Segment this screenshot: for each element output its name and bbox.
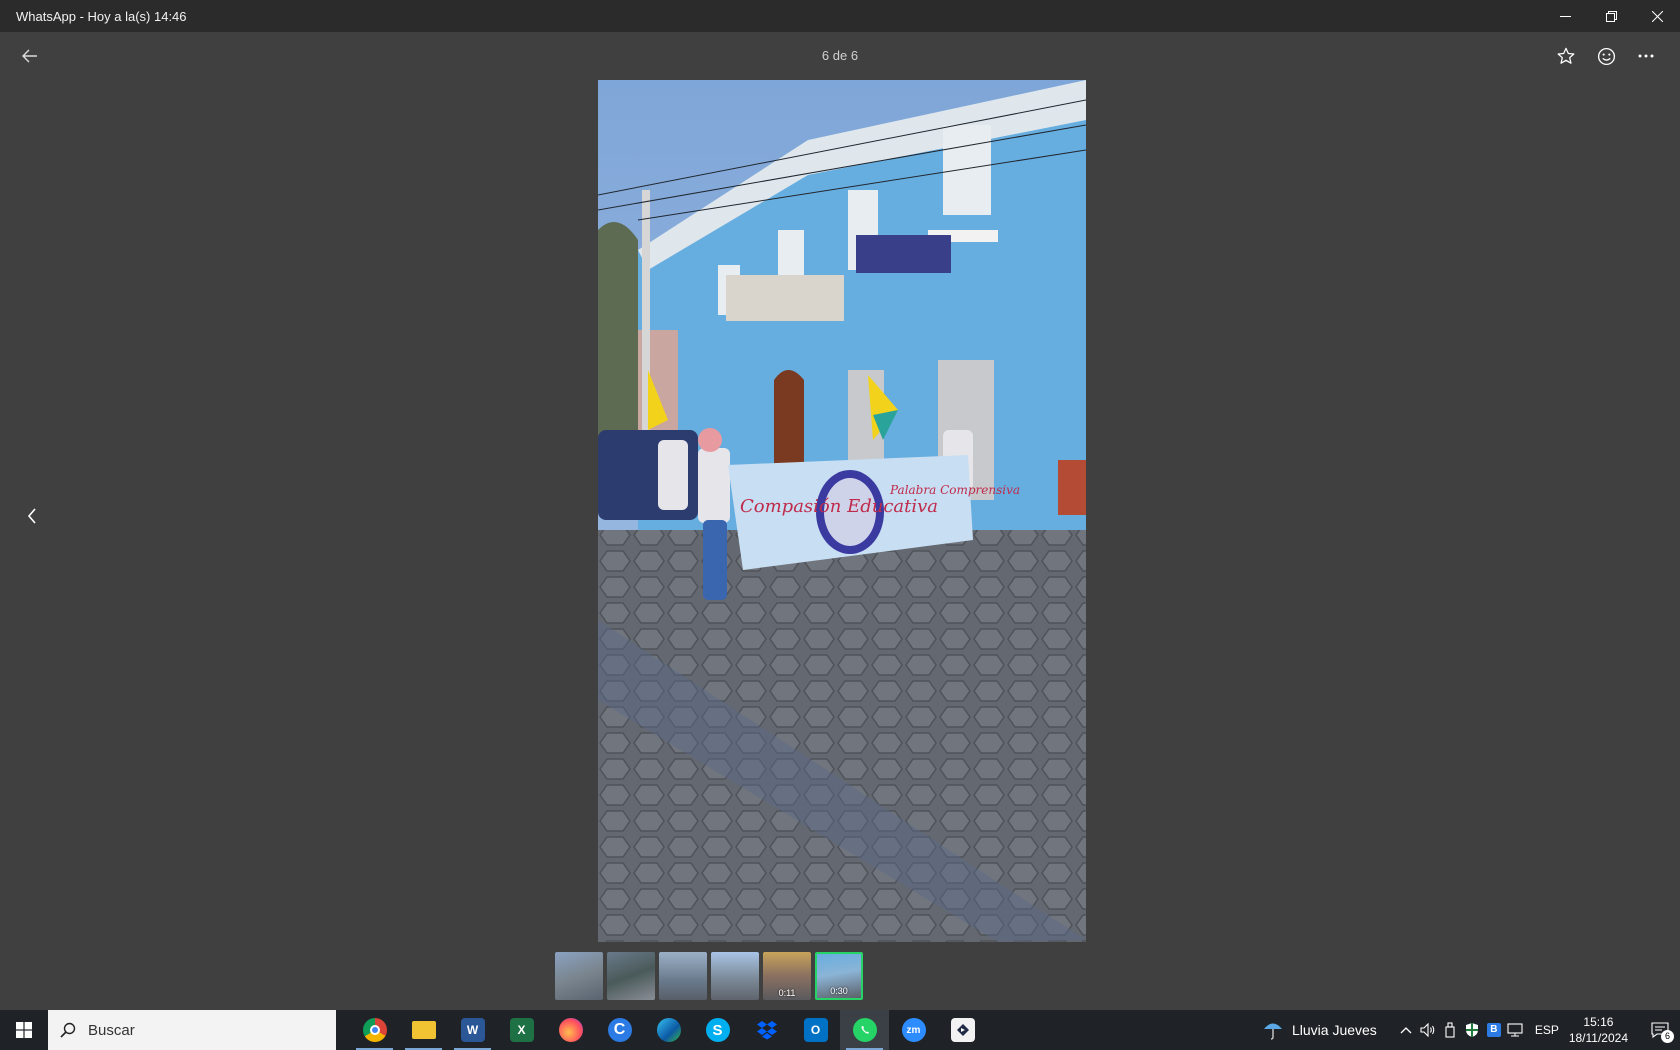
network-icon <box>1507 1023 1523 1037</box>
bluetooth-icon: B <box>1486 1023 1501 1037</box>
minimize-icon <box>1559 15 1571 17</box>
taskbar-app-zoom[interactable]: zm <box>889 1010 938 1050</box>
clock[interactable]: 15:16 18/11/2024 <box>1569 1014 1628 1046</box>
chevron-left-icon <box>27 508 36 524</box>
photo-viewer-window: WhatsApp - Hoy a la(s) 14:46 6 de 6 Comp… <box>0 0 1680 1050</box>
clock-date: 18/11/2024 <box>1568 1031 1628 1045</box>
weather-text: Lluvia Jueves <box>1291 1022 1377 1038</box>
star-button[interactable] <box>1546 38 1586 74</box>
edge-icon <box>656 1018 681 1042</box>
window-title: WhatsApp - Hoy a la(s) 14:46 <box>16 8 187 24</box>
thumbnail-5[interactable]: 0:11 <box>763 952 811 1000</box>
taskbar-app-dropbox[interactable] <box>742 1010 791 1050</box>
viewer-actions <box>1546 38 1666 74</box>
bluetooth-button[interactable]: B <box>1483 1010 1505 1050</box>
speaker-icon <box>1420 1023 1435 1037</box>
thumbnail-2[interactable] <box>607 952 655 1000</box>
taskbar-app-whatsapp[interactable] <box>840 1010 889 1050</box>
banner-text-right: Palabra Comprensiva <box>889 483 1020 497</box>
shield-icon <box>1465 1023 1478 1037</box>
taskbar-app-chrome[interactable] <box>350 1010 399 1050</box>
taskbar-app-outlook[interactable]: O <box>791 1010 840 1050</box>
word-icon: W <box>460 1018 485 1042</box>
taskbar-app-excel[interactable]: X <box>497 1010 546 1050</box>
windows-logo-icon <box>16 1022 32 1038</box>
react-button[interactable] <box>1586 38 1626 74</box>
emoji-icon <box>1597 47 1615 65</box>
thumbnail-4[interactable] <box>711 952 759 1000</box>
ccleaner-icon: C <box>607 1018 632 1042</box>
excel-icon: X <box>509 1018 534 1042</box>
taskbar-app-ccleaner[interactable]: C <box>595 1010 644 1050</box>
action-center-button[interactable]: 6 <box>1640 1010 1680 1050</box>
taskbar-search-box[interactable]: Buscar <box>48 1010 336 1050</box>
search-placeholder: Buscar <box>88 1021 135 1039</box>
minimize-button[interactable] <box>1542 0 1588 32</box>
taskbar-app-skype[interactable]: S <box>693 1010 742 1050</box>
restore-icon <box>1605 10 1617 22</box>
viewer-header: 6 de 6 <box>0 38 1680 74</box>
folder-icon <box>411 1021 436 1039</box>
input-language[interactable]: ESP <box>1535 1023 1559 1037</box>
clock-time: 15:16 <box>1583 1015 1614 1029</box>
more-button[interactable] <box>1626 38 1666 74</box>
banner-text-left: Compasión Educativa <box>740 496 938 517</box>
weather-widget[interactable]: Lluvia Jueves <box>1262 1018 1377 1043</box>
pinned-apps: W X C S O zm <box>350 1010 987 1050</box>
firefox-icon <box>558 1018 583 1042</box>
outlook-icon: O <box>803 1018 828 1042</box>
whatsapp-icon <box>852 1018 877 1042</box>
thumbnail-1[interactable] <box>555 952 603 1000</box>
usb-drive-icon <box>1445 1022 1455 1038</box>
chevron-up-icon <box>1400 1027 1412 1034</box>
previous-media-button[interactable] <box>20 500 44 532</box>
taskbar-app-file-explorer[interactable] <box>399 1010 448 1050</box>
taskbar-app-word[interactable]: W <box>448 1010 497 1050</box>
taskbar-app-other[interactable] <box>938 1010 987 1050</box>
network-button[interactable] <box>1505 1010 1527 1050</box>
search-icon <box>48 1022 88 1038</box>
media-counter: 6 de 6 <box>821 48 859 63</box>
umbrella-icon <box>1262 1018 1284 1043</box>
taskbar-app-edge[interactable] <box>644 1010 693 1050</box>
taskbar: Buscar W X C S O zm Lluvia Jueves B ESP … <box>0 1010 1680 1050</box>
media-image: Compasión Educativa Palabra Comprensiva <box>598 80 1086 942</box>
chrome-icon <box>362 1018 387 1042</box>
zoom-icon: zm <box>901 1018 926 1042</box>
thumbnail-6-active[interactable]: 0:30 <box>815 952 863 1000</box>
security-button[interactable] <box>1461 1010 1483 1050</box>
restore-button[interactable] <box>1588 0 1634 32</box>
close-button[interactable] <box>1634 0 1680 32</box>
volume-button[interactable] <box>1417 1010 1439 1050</box>
system-tray: Lluvia Jueves B ESP 15:16 18/11/2024 6 <box>1262 1010 1680 1050</box>
usb-button[interactable] <box>1439 1010 1461 1050</box>
app-icon <box>950 1018 975 1042</box>
taskbar-app-firefox[interactable] <box>546 1010 595 1050</box>
notification-count-badge: 6 <box>1661 1030 1674 1043</box>
title-bar: WhatsApp - Hoy a la(s) 14:46 <box>0 0 1680 32</box>
street-parade-photo: Compasión Educativa Palabra Comprensiva <box>598 80 1086 942</box>
dropbox-icon <box>755 1018 779 1042</box>
skype-icon: S <box>705 1018 730 1042</box>
thumbnail-3[interactable] <box>659 952 707 1000</box>
show-hidden-icons-button[interactable] <box>1395 1010 1417 1050</box>
star-icon <box>1557 47 1575 64</box>
start-button[interactable] <box>0 1010 48 1050</box>
more-icon <box>1638 54 1654 58</box>
thumbnail-strip: 0:11 0:30 <box>555 952 863 1000</box>
close-icon <box>1651 10 1663 22</box>
